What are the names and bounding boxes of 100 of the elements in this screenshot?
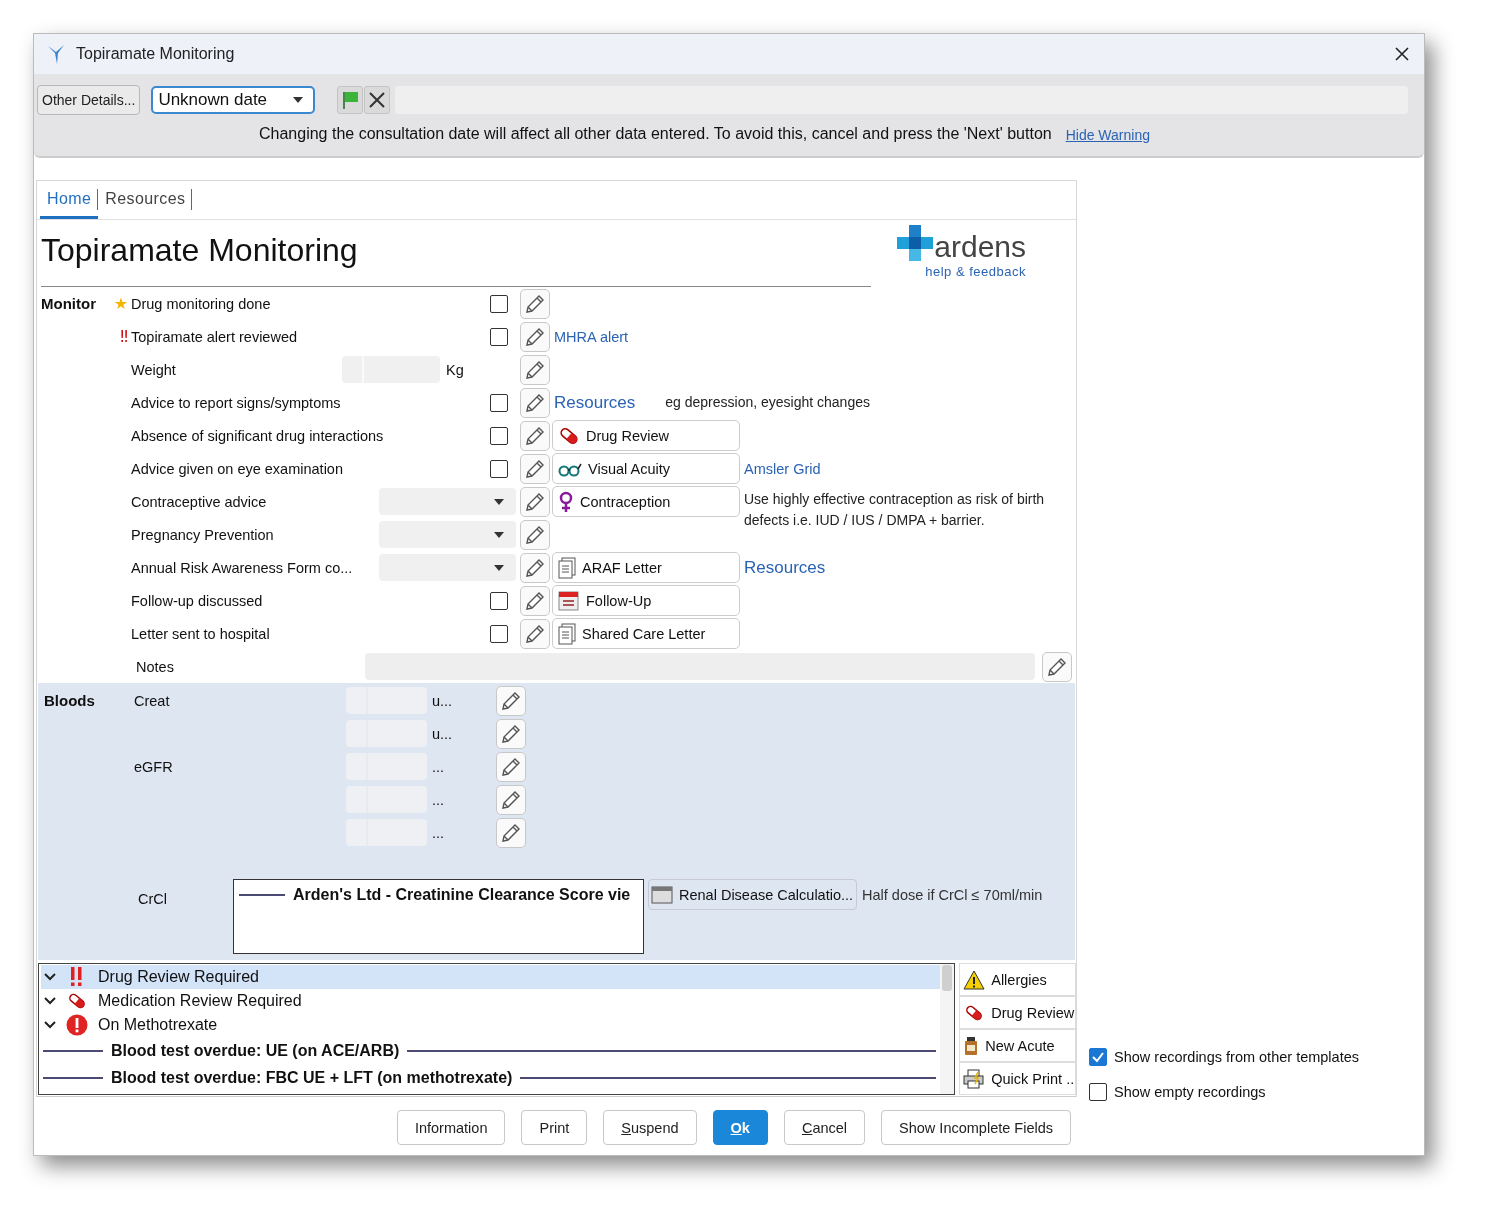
checkbox[interactable] <box>490 294 508 313</box>
alert-item[interactable]: Drug Review Required <box>41 965 941 989</box>
check-icon <box>1091 1050 1105 1064</box>
edit-button[interactable] <box>520 453 550 484</box>
flag-button[interactable] <box>337 86 364 114</box>
edit-button[interactable] <box>520 519 550 550</box>
edit-button[interactable] <box>1042 651 1072 682</box>
edit-button[interactable] <box>520 420 550 451</box>
note-text: Use highly effective contraception as risk of birth defects i.e. IUD / IUS / DMPA + barrier. <box>744 490 1046 530</box>
warning-icon <box>963 969 986 990</box>
field-label: Topiramate alert reviewed <box>131 328 299 345</box>
window-title: Topiramate Monitoring <box>76 45 236 63</box>
chevron-icon <box>44 973 56 981</box>
dialog-button[interactable]: Cancel <box>783 1110 866 1145</box>
edit-button[interactable] <box>520 321 550 352</box>
pencil-icon <box>524 622 546 645</box>
checkbox[interactable] <box>490 327 508 346</box>
window-icon <box>651 884 673 905</box>
edit-button[interactable] <box>520 288 550 319</box>
tab[interactable]: Home <box>40 181 99 219</box>
pencil-icon <box>524 556 546 579</box>
action-button[interactable]: Contraception <box>552 486 740 517</box>
field-label: Weight <box>131 361 177 378</box>
action-button[interactable]: Shared Care Letter <box>552 618 740 649</box>
side-button[interactable]: Drug Review <box>959 996 1076 1029</box>
field-label: Absence of significant drug interactions <box>131 427 384 444</box>
link[interactable]: Amsler Grid <box>744 460 821 477</box>
action-button[interactable]: Visual Acuity <box>552 453 740 484</box>
dialog-button[interactable]: Ok <box>712 1110 768 1145</box>
action-button[interactable]: ARAF Letter <box>552 552 740 583</box>
dialog-button[interactable]: Information <box>396 1110 506 1145</box>
date-dropdown[interactable]: Unknown date <box>151 86 316 114</box>
edit-button[interactable] <box>496 817 526 848</box>
link[interactable]: Resources <box>744 557 826 578</box>
hide-warning-link[interactable]: Hide Warning <box>1065 127 1150 143</box>
unit-label: Kg <box>445 361 465 378</box>
edit-button[interactable] <box>496 751 526 782</box>
checkbox[interactable] <box>490 426 508 445</box>
dialog-button[interactable]: Print <box>521 1110 588 1145</box>
checkbox[interactable] <box>1089 1048 1107 1066</box>
other-details-button[interactable]: Other Details... <box>37 85 141 115</box>
edit-button[interactable] <box>496 718 526 749</box>
close-icon[interactable] <box>1394 46 1410 62</box>
alert-item[interactable]: Medication Review Required <box>41 989 941 1013</box>
scrollbar-thumb[interactable] <box>942 965 953 991</box>
edit-button[interactable] <box>520 486 550 517</box>
edit-button[interactable] <box>496 685 526 716</box>
dialog-button[interactable]: Suspend <box>603 1110 697 1145</box>
section-label: Bloods <box>44 692 95 709</box>
field-label: Follow-up discussed <box>131 592 264 609</box>
banner-title: Blood test overdue: FBC UE + LFT (on methotrexate) <box>111 1068 513 1087</box>
clear-button[interactable] <box>364 86 391 114</box>
bottle-icon <box>963 1035 980 1056</box>
side-button[interactable]: New Acute <box>959 1029 1076 1062</box>
edit-button[interactable] <box>520 618 550 649</box>
pencil-icon <box>1046 655 1068 678</box>
side-button[interactable]: Allergies <box>959 963 1076 996</box>
pencil-icon <box>524 292 546 315</box>
viewer-title: Arden's Ltd - Creatinine Clearance Score vie <box>293 886 631 904</box>
action-button[interactable]: Follow-Up <box>552 585 740 616</box>
field-label: Advice given on eye examination <box>131 460 343 477</box>
chevron-icon <box>44 997 56 1005</box>
unit-label: ... <box>431 791 446 808</box>
logo-text: ardens <box>934 232 1026 262</box>
pencil-icon <box>524 391 546 414</box>
dialog-button[interactable]: Show Incomplete Fields <box>881 1110 1071 1145</box>
banner-title: Blood test overdue: UE (on ACE/ARB) <box>111 1041 400 1060</box>
link[interactable]: Resources <box>554 392 636 413</box>
pencil-icon <box>524 589 546 612</box>
edit-button[interactable] <box>520 354 550 385</box>
checkbox[interactable] <box>1089 1083 1107 1101</box>
checkbox[interactable] <box>490 459 508 478</box>
field-label: Letter sent to hospital <box>131 625 271 642</box>
edit-button[interactable] <box>520 552 550 583</box>
note-text: Half dose if CrCl ≤ 70ml/min <box>862 886 1043 903</box>
unit-label: ... <box>431 824 446 841</box>
pencil-icon <box>524 325 546 348</box>
edit-button[interactable] <box>496 784 526 815</box>
action-button[interactable]: Drug Review <box>552 420 740 451</box>
calculator-button[interactable]: Renal Disease Calculatio... <box>648 879 857 910</box>
unit-label: ... <box>431 758 446 775</box>
warning-text: Changing the consultation date will affect all other data entered. To avoid this, cancel and press the 'Next' button <box>259 125 1052 143</box>
field-label: eGFR <box>134 758 173 775</box>
checkbox[interactable] <box>490 591 508 610</box>
edit-button[interactable] <box>520 585 550 616</box>
checkbox[interactable] <box>490 393 508 412</box>
side-button[interactable]: Quick Print .. <box>959 1062 1076 1095</box>
edit-button[interactable] <box>520 387 550 418</box>
pencil-icon <box>524 523 546 546</box>
field-label: Contraceptive advice <box>131 493 268 510</box>
caret-icon <box>494 498 504 505</box>
pencil-icon <box>524 490 546 513</box>
help-feedback-link[interactable]: help & feedback <box>925 264 1026 279</box>
exclamation-circle-icon <box>66 1014 88 1036</box>
link[interactable]: MHRA alert <box>554 328 629 345</box>
close-icon <box>368 91 387 109</box>
alert-item[interactable]: On Methotrexate <box>41 1013 941 1037</box>
marker-icon: ★ <box>113 294 128 313</box>
checkbox[interactable] <box>490 624 508 643</box>
tab[interactable]: Resources <box>98 181 193 219</box>
